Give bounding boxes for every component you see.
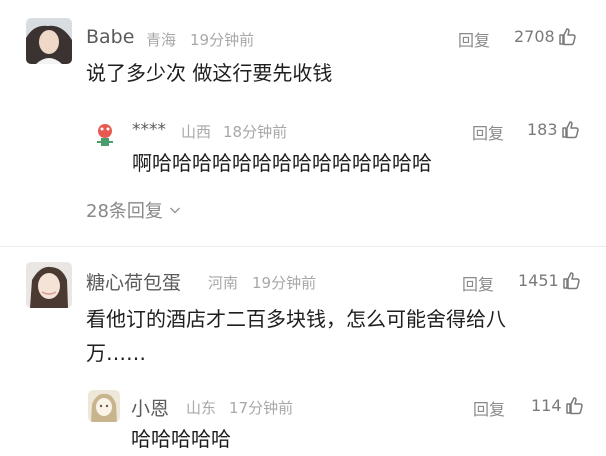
comment-time: 19分钟前 <box>190 31 255 49</box>
comment-username[interactable]: Babe <box>86 26 134 48</box>
reply-button[interactable]: 回复 <box>462 271 494 295</box>
thumbs-up-icon <box>565 397 583 415</box>
like-button[interactable]: 183 <box>527 119 581 139</box>
reply-location: 山东 <box>186 399 217 417</box>
like-button[interactable]: 1451 <box>518 270 582 290</box>
chevron-down-icon <box>169 207 180 214</box>
reply-text: 哈哈哈哈哈 <box>131 427 231 451</box>
reply-username[interactable]: **** <box>132 120 166 140</box>
reply-time: 18分钟前 <box>223 123 288 141</box>
divider <box>0 246 606 247</box>
comment-location: 河南 <box>208 274 239 292</box>
avatar[interactable] <box>26 262 72 308</box>
like-count: 1451 <box>518 270 559 290</box>
like-button[interactable]: 2708 <box>514 26 578 46</box>
comment-text: 看他订的酒店才二百多块钱，怎么可能舍得给八 <box>86 307 506 331</box>
comment-text: 说了多少次 做这行要先收钱 <box>86 61 333 85</box>
reply-button[interactable]: 回复 <box>473 396 505 420</box>
more-replies-button[interactable]: 28条回复 <box>86 197 181 223</box>
reply-location: 山西 <box>181 123 212 141</box>
thumbs-up-icon <box>558 28 576 46</box>
comment-username[interactable]: 糖心荷包蛋 <box>86 268 181 295</box>
comment-location: 青海 <box>146 31 177 49</box>
comment-text: 万…… <box>86 341 146 365</box>
reply-button[interactable]: 回复 <box>458 27 490 51</box>
reply-text: 啊哈哈哈哈哈哈哈哈哈哈哈哈哈哈 <box>132 151 432 175</box>
comment-time: 19分钟前 <box>252 274 317 292</box>
reply-time: 17分钟前 <box>229 399 294 417</box>
like-count: 114 <box>531 395 562 415</box>
like-button[interactable]: 114 <box>531 395 585 415</box>
thumbs-up-icon <box>561 121 579 139</box>
more-replies-label: 28条回复 <box>86 201 163 222</box>
like-count: 183 <box>527 119 558 139</box>
avatar[interactable] <box>88 390 120 422</box>
reply-username[interactable]: 小恩 <box>131 394 169 421</box>
avatar[interactable] <box>90 120 120 150</box>
thumbs-up-icon <box>562 272 580 290</box>
avatar[interactable] <box>26 18 72 64</box>
reply-button[interactable]: 回复 <box>472 120 504 144</box>
like-count: 2708 <box>514 26 555 46</box>
